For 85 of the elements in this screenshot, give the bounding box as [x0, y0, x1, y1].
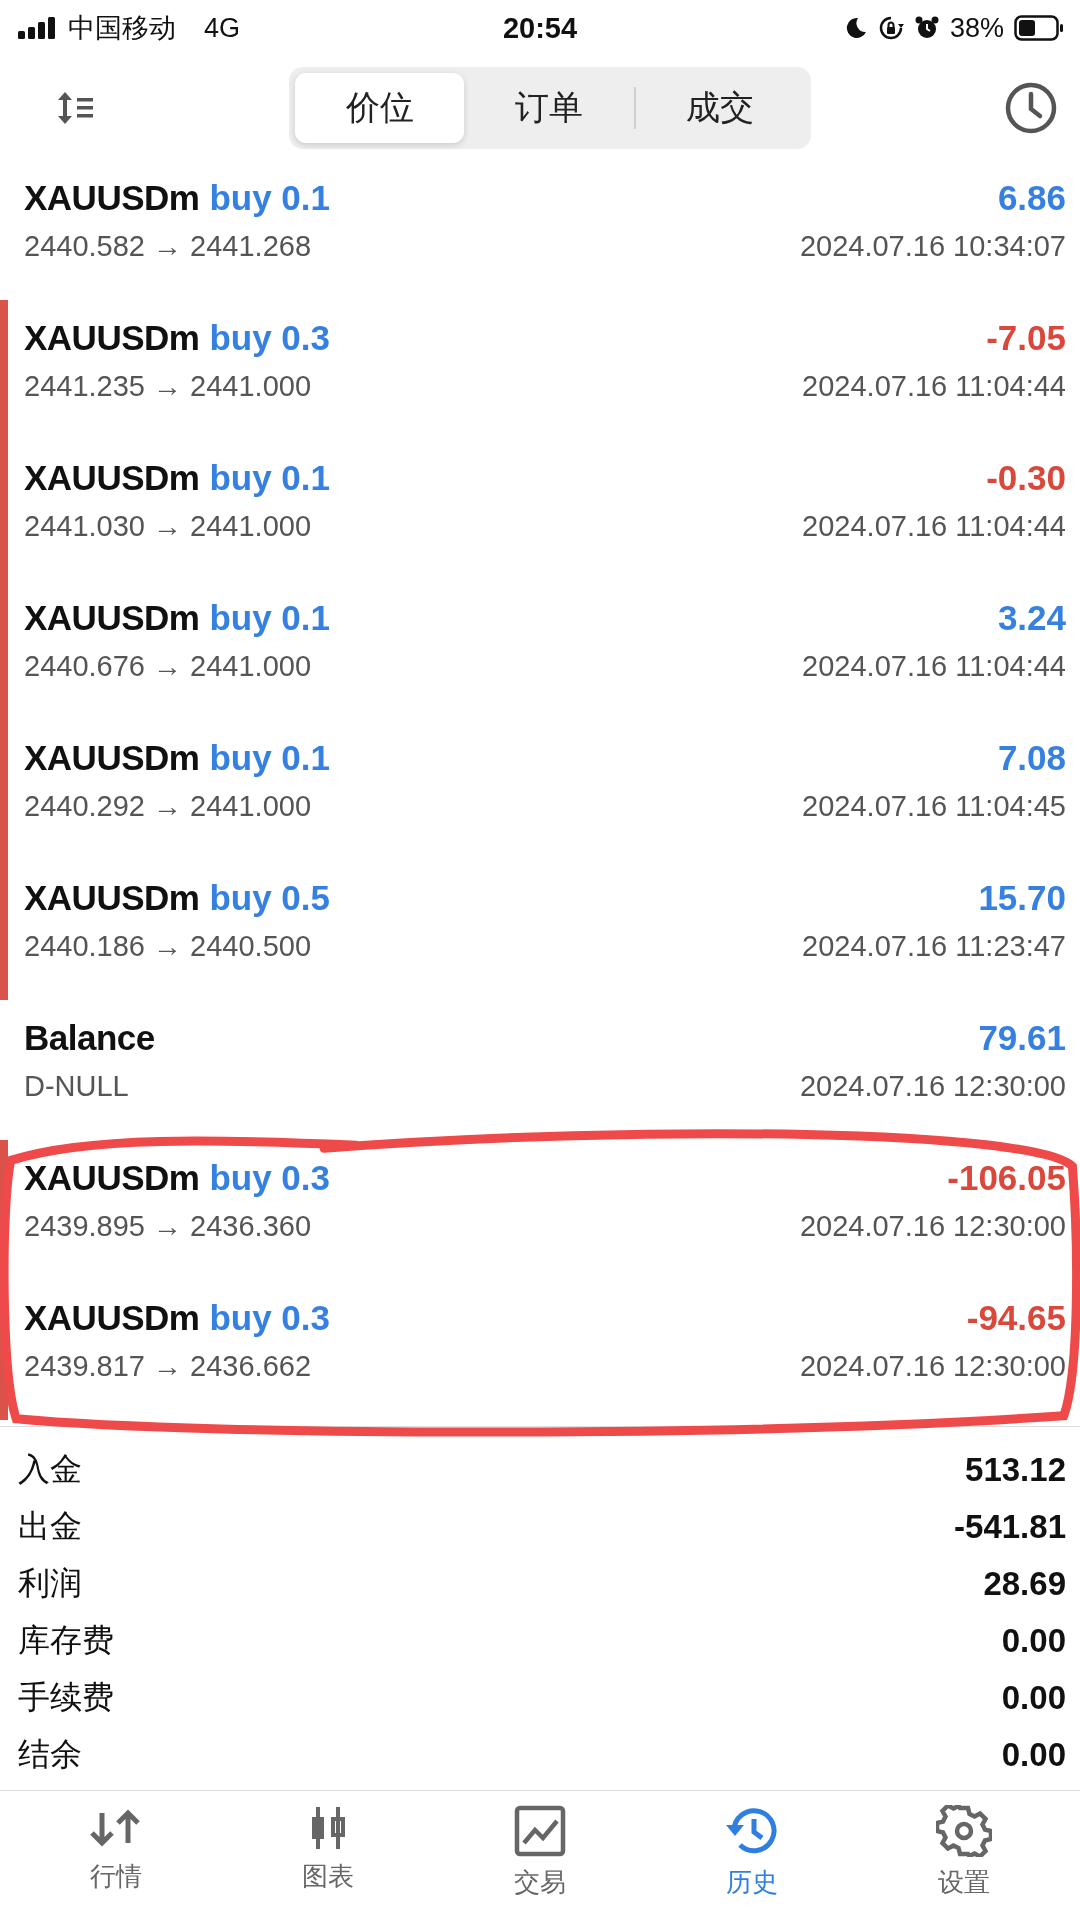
sort-icon[interactable] — [56, 90, 96, 126]
summary-value: 0.00 — [1001, 1621, 1066, 1660]
summary-value: 0.00 — [1001, 1735, 1066, 1774]
price-range: 2441.235 → 2441.000 — [24, 370, 312, 403]
history-row[interactable]: XAUUSDm buy 0.3 -94.65 2439.817 → 2436.662 2024.07.16 12:30:00 — [0, 1280, 1080, 1420]
alarm-icon — [913, 15, 940, 41]
trade-time: 2024.07.16 11:04:44 — [802, 510, 1066, 543]
line-chart-icon — [512, 1805, 568, 1857]
price-range: 2440.676 → 2441.000 — [24, 650, 312, 683]
history-row[interactable]: XAUUSDm buy 0.1 7.08 2440.292 → 2441.000 2024.07.16 11:04:45 — [0, 720, 1080, 860]
trade-time: 2024.07.16 12:30:00 — [799, 1070, 1066, 1103]
settings-icon — [936, 1805, 992, 1857]
trade-time: 2024.07.16 11:04:45 — [802, 790, 1066, 823]
carrier-name: 中国移动 — [68, 12, 176, 45]
symbol-name: XAUUSDm — [24, 738, 200, 778]
history-row[interactable]: XAUUSDm buy 0.1 -0.30 2441.030 → 2441.000 2024.07.16 11:04:44 — [0, 440, 1080, 580]
summary-label: 出金 — [18, 1506, 82, 1546]
trade-side: buy 0.1 — [209, 458, 331, 498]
symbol-name: XAUUSDm — [24, 178, 200, 218]
price-range: 2439.895 → 2436.360 — [24, 1210, 312, 1243]
history-row[interactable]: XAUUSDm buy 0.3 -7.05 2441.235 → 2441.000 2024.07.16 11:04:44 — [0, 300, 1080, 440]
profit-amount: 15.70 — [978, 878, 1066, 918]
clock-icon[interactable] — [1004, 81, 1058, 135]
price-range: 2440.292 → 2441.000 — [24, 790, 312, 823]
profit-amount: 6.86 — [997, 178, 1066, 218]
symbol-name: XAUUSDm — [24, 878, 200, 918]
summary-value: 0.00 — [1001, 1678, 1066, 1717]
segment-tab[interactable]: 价位 — [295, 73, 465, 143]
trade-time: 2024.07.16 11:04:44 — [802, 650, 1066, 683]
history-row[interactable]: Balance 79.61 D-NULL 2024.07.16 12:30:00 — [0, 1000, 1080, 1140]
trade-side: buy 0.1 — [209, 598, 331, 638]
summary-label: 结余 — [18, 1734, 82, 1774]
trade-time: 2024.07.16 12:30:00 — [799, 1210, 1066, 1243]
summary-value: -541.81 — [954, 1507, 1066, 1546]
profit-amount: -106.05 — [947, 1158, 1066, 1198]
summary-label: 手续费 — [18, 1677, 114, 1717]
profit-amount: 79.61 — [978, 1018, 1066, 1058]
price-range: 2439.817 → 2436.662 — [24, 1350, 312, 1383]
trade-time: 2024.07.16 11:23:47 — [802, 930, 1066, 963]
trade-side: buy 0.1 — [209, 178, 331, 218]
profit-amount: -0.30 — [986, 458, 1066, 498]
rotation-lock-icon — [877, 15, 904, 41]
summary-label: 利润 — [18, 1563, 82, 1603]
symbol-name: XAUUSDm — [24, 458, 200, 498]
history-row[interactable]: XAUUSDm buy 0.1 6.86 2440.582 → 2441.268 2024.07.16 10:34:07 — [0, 160, 1080, 300]
profit-amount: 3.24 — [997, 598, 1066, 638]
symbol-name: Balance — [24, 1018, 155, 1058]
summary-value: 28.69 — [983, 1564, 1066, 1603]
battery-icon — [1014, 15, 1064, 41]
nav-tab[interactable]: 行情 — [36, 1791, 196, 1919]
trade-side: buy 0.3 — [209, 318, 331, 358]
profit-amount: -94.65 — [966, 1298, 1066, 1338]
network-type: 4G — [204, 12, 241, 44]
symbol-name: XAUUSDm — [24, 1298, 200, 1338]
history-row[interactable]: XAUUSDm buy 0.3 -106.05 2439.895 → 2436.360 2024.07.16 12:30:00 — [0, 1140, 1080, 1280]
price-range: 2440.186 → 2440.500 — [24, 930, 312, 963]
segment-tab[interactable]: 订单 — [464, 73, 634, 143]
trade-side: buy 0.3 — [209, 1298, 331, 1338]
summary-label: 入金 — [18, 1449, 82, 1489]
history-row[interactable]: XAUUSDm buy 0.5 15.70 2440.186 → 2440.500 2024.07.16 11:23:47 — [0, 860, 1080, 1000]
summary-value: 513.12 — [965, 1450, 1066, 1489]
nav-tab[interactable]: 图表 — [248, 1791, 408, 1919]
price-range: 2441.030 → 2441.000 — [24, 510, 312, 543]
trade-time: 2024.07.16 10:34:07 — [799, 230, 1066, 263]
price-range: D-NULL — [24, 1070, 129, 1103]
history-row[interactable]: XAUUSDm buy 0.1 3.24 2440.676 → 2441.000 2024.07.16 11:04:44 — [0, 580, 1080, 720]
segment-tab[interactable]: 成交 — [635, 73, 805, 143]
signal-icon — [18, 17, 58, 39]
clock-time: 20:54 — [501, 11, 579, 45]
symbol-name: XAUUSDm — [24, 598, 200, 638]
nav-tab[interactable]: 历史 — [672, 1791, 832, 1919]
profit-amount: -7.05 — [986, 318, 1066, 358]
nav-tab[interactable]: 交易 — [460, 1791, 620, 1919]
trade-time: 2024.07.16 12:30:00 — [799, 1350, 1066, 1383]
trade-time: 2024.07.16 11:04:44 — [802, 370, 1066, 403]
trade-side: buy 0.5 — [209, 878, 331, 918]
trade-side: buy 0.3 — [209, 1158, 331, 1198]
symbol-name: XAUUSDm — [24, 1158, 200, 1198]
trade-side: buy 0.1 — [209, 738, 331, 778]
battery-percent: 38% — [949, 12, 1004, 44]
nav-tab[interactable]: 设置 — [884, 1791, 1044, 1919]
profit-amount: 7.08 — [997, 738, 1066, 778]
summary-label: 库存费 — [18, 1620, 114, 1660]
symbol-name: XAUUSDm — [24, 318, 200, 358]
price-range: 2440.582 → 2441.268 — [24, 230, 312, 263]
